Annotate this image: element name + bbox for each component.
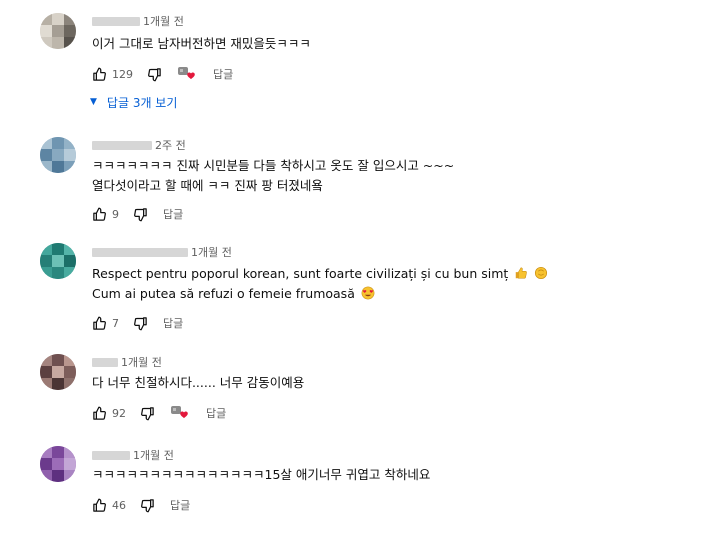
like-count: 7 bbox=[112, 316, 119, 330]
author-name-redacted[interactable] bbox=[92, 140, 152, 150]
thumbs-up-emoji bbox=[516, 267, 528, 279]
avatar[interactable] bbox=[40, 137, 76, 173]
comment-time[interactable]: 1개월 전 bbox=[133, 447, 174, 463]
comment-text: 다 너무 친절하시다...... 너무 감동이예용 bbox=[92, 373, 304, 393]
thumb-down-icon[interactable] bbox=[131, 314, 149, 332]
creator-heart-icon bbox=[177, 65, 199, 83]
thumb-down-icon[interactable] bbox=[145, 65, 163, 83]
thumb-up-icon[interactable] bbox=[90, 314, 108, 332]
comment-text-line-wrap: Cum ai putea să refuzi o femeie frumoasă bbox=[92, 284, 548, 304]
author-name-redacted[interactable] bbox=[92, 357, 118, 367]
thumb-up-icon[interactable] bbox=[90, 205, 108, 223]
comment-text-line: Respect pentru poporul korean, sunt foar… bbox=[92, 266, 509, 281]
comment-meta: 1개월 전 bbox=[92, 245, 232, 259]
author-name-redacted[interactable] bbox=[92, 16, 140, 26]
comment-actions: 46 답글 bbox=[90, 496, 190, 514]
like-count: 46 bbox=[112, 498, 126, 512]
avatar[interactable] bbox=[40, 446, 76, 482]
thumb-down-icon[interactable] bbox=[138, 404, 156, 422]
reply-button[interactable]: 답글 bbox=[206, 405, 226, 421]
page-bottom-margin bbox=[0, 521, 702, 546]
comment-time[interactable]: 1개월 전 bbox=[143, 13, 184, 29]
author-name-redacted[interactable] bbox=[92, 450, 130, 460]
comment-text: 이거 그대로 남자버전하면 재밌을듯ㅋㅋㅋ bbox=[92, 34, 311, 54]
comment-text-line: 이거 그대로 남자버전하면 재밌을듯ㅋㅋㅋ bbox=[92, 36, 311, 51]
comment-text-line-wrap: Respect pentru poporul korean, sunt foar… bbox=[92, 264, 548, 284]
like-count: 129 bbox=[112, 67, 133, 81]
reply-button[interactable]: 답글 bbox=[170, 497, 190, 513]
comment-meta: 1개월 전 bbox=[92, 14, 184, 28]
avatar[interactable] bbox=[40, 243, 76, 279]
comment-text-line: ㅋㅋㅋㅋㅋㅋㅋ 진짜 시민분들 다들 착하시고 옷도 잘 입으시고 ~~~ bbox=[92, 158, 455, 173]
thumb-up-icon[interactable] bbox=[90, 496, 108, 514]
heart-eyes-emoji bbox=[361, 286, 375, 300]
comment-text: Respect pentru poporul korean, sunt foar… bbox=[92, 264, 548, 304]
comments-panel: 1개월 전 이거 그대로 남자버전하면 재밌을듯ㅋㅋㅋ 129 답글 ▼ 답글 … bbox=[0, 0, 702, 521]
comment-text: ㅋㅋㅋㅋㅋㅋㅋㅋㅋㅋㅋㅋㅋㅋㅋ15살 애기너무 귀엽고 착하네요 bbox=[92, 465, 430, 485]
author-name-redacted[interactable] bbox=[92, 247, 188, 257]
comment-text-line: 열다섯이라고 할 때에 ㅋㅋ 진짜 팡 터졌네욬 bbox=[92, 178, 323, 193]
comment-actions: 7 답글 bbox=[90, 314, 183, 332]
comment-time[interactable]: 1개월 전 bbox=[121, 354, 162, 370]
reply-button[interactable]: 답글 bbox=[213, 66, 233, 82]
view-replies-label: 답글 3개 보기 bbox=[106, 95, 178, 110]
clapping-hands-emoji bbox=[535, 266, 548, 280]
reply-button[interactable]: 답글 bbox=[163, 206, 183, 222]
thumb-up-icon[interactable] bbox=[90, 404, 108, 422]
comment-text: ㅋㅋㅋㅋㅋㅋㅋ 진짜 시민분들 다들 착하시고 옷도 잘 입으시고 ~~~ 열다… bbox=[92, 156, 454, 196]
comment-text-line: Cum ai putea să refuzi o femeie frumoasă bbox=[92, 286, 355, 301]
reply-button[interactable]: 답글 bbox=[163, 315, 183, 331]
comment-meta: 2주 전 bbox=[92, 138, 186, 152]
comment-time[interactable]: 1개월 전 bbox=[191, 244, 232, 260]
avatar[interactable] bbox=[40, 354, 76, 390]
comment-actions: 92 답글 bbox=[90, 404, 226, 422]
thumb-up-icon[interactable] bbox=[90, 65, 108, 83]
view-replies-button[interactable]: ▼ 답글 3개 보기 bbox=[90, 93, 177, 111]
like-count: 92 bbox=[112, 406, 126, 420]
comment-meta: 1개월 전 bbox=[92, 448, 174, 462]
caret-down-icon: ▼ bbox=[90, 97, 97, 107]
comment-text-line: ㅋㅋㅋㅋㅋㅋㅋㅋㅋㅋㅋㅋㅋㅋㅋ15살 애기너무 귀엽고 착하네요 bbox=[92, 467, 431, 482]
comment-meta: 1개월 전 bbox=[92, 355, 162, 369]
comment-actions: 9 답글 bbox=[90, 205, 183, 223]
thumb-down-icon[interactable] bbox=[138, 496, 156, 514]
avatar[interactable] bbox=[40, 13, 76, 49]
comment-time[interactable]: 2주 전 bbox=[155, 137, 186, 153]
comment-text-line: 다 너무 친절하시다...... 너무 감동이예용 bbox=[92, 375, 305, 390]
creator-heart-icon bbox=[170, 404, 192, 422]
thumb-down-icon[interactable] bbox=[131, 205, 149, 223]
like-count: 9 bbox=[112, 207, 119, 221]
comment-actions: 129 답글 bbox=[90, 65, 233, 83]
